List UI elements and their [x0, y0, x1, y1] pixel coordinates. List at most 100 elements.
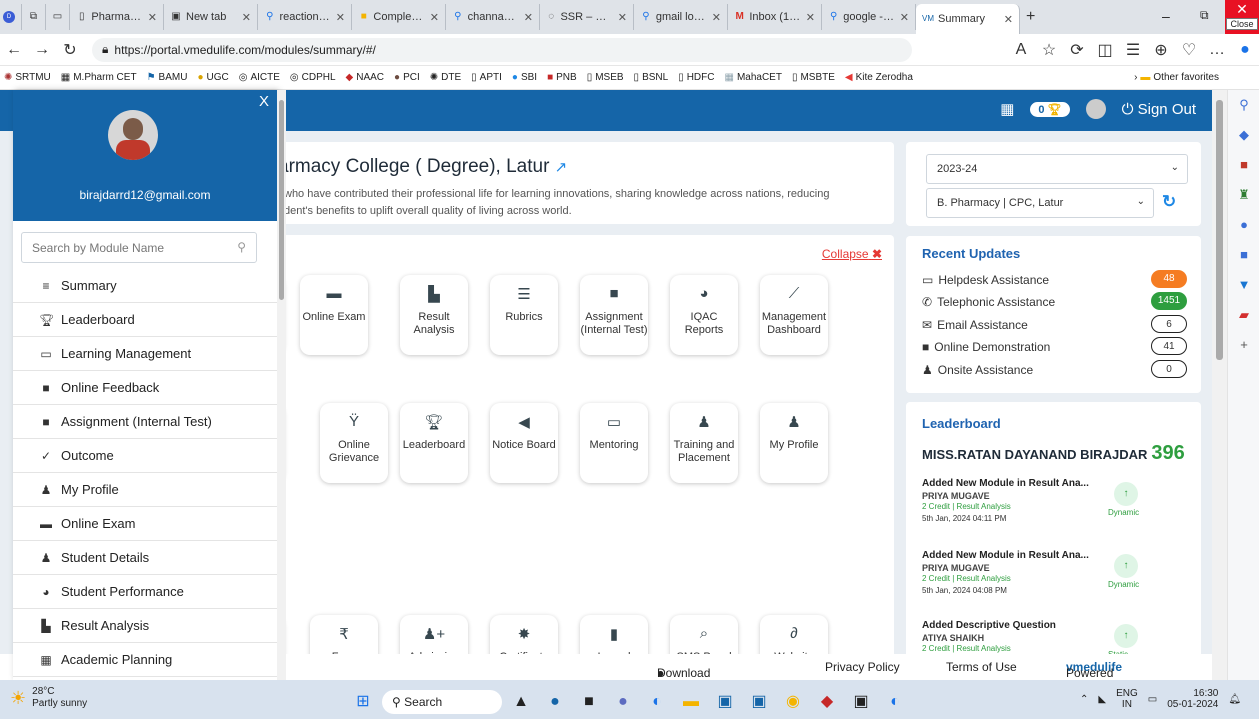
- fav-pnb[interactable]: ■ PNB: [547, 72, 577, 83]
- update-helpdesk[interactable]: ▭ Helpdesk Assistance 48: [922, 270, 1187, 290]
- sidebar-item-student-details[interactable]: ♟ Student Details: [13, 541, 277, 575]
- year-select[interactable]: 2023-24 ⌄: [926, 154, 1188, 184]
- more-icon[interactable]: …: [1203, 41, 1231, 59]
- module-leaderboard[interactable]: 🏆︎ Leaderboard: [400, 403, 468, 483]
- fav-bsnl[interactable]: ▯ BSNL: [634, 72, 669, 83]
- sidebar-item-online-exam[interactable]: ▬ Online Exam: [13, 507, 277, 541]
- fav-apti[interactable]: ▯ APTI: [471, 72, 502, 83]
- drop-icon[interactable]: ▼: [1228, 270, 1259, 300]
- scroll-thumb[interactable]: [279, 100, 284, 300]
- search-icon[interactable]: ⚲: [1228, 90, 1259, 120]
- tab-channabas[interactable]: ⚲ channabas ✕: [446, 4, 540, 30]
- forward-icon[interactable]: →: [28, 41, 56, 59]
- language-indicator[interactable]: ENG IN: [1116, 688, 1138, 710]
- profile-icon[interactable]: D: [0, 4, 22, 30]
- clock[interactable]: 16:30 05-01-2024: [1167, 688, 1218, 710]
- fav-msbte[interactable]: ▯ MSBTE: [792, 72, 835, 83]
- teams-icon[interactable]: ●: [608, 687, 638, 717]
- collapse-link[interactable]: Collapse ✖: [822, 247, 882, 261]
- split-screen-icon[interactable]: ◫: [1091, 40, 1119, 60]
- edge-icon[interactable]: ◐: [642, 687, 672, 717]
- copilot-icon[interactable]: ●: [1231, 41, 1259, 59]
- sidebar-item-result-analysis[interactable]: ▙ Result Analysis: [13, 609, 277, 643]
- tab-close-icon[interactable]: ✕: [430, 11, 439, 24]
- tab-ssr[interactable]: ◌ SSR – Chan ✕: [540, 4, 634, 30]
- fav-aicte[interactable]: ◎ AICTE: [239, 72, 280, 83]
- module-iqac-reports[interactable]: ◕ IQAC Reports: [670, 275, 738, 355]
- tab-inbox[interactable]: M Inbox (187) ✕: [728, 4, 822, 30]
- update-telephonic[interactable]: ✆ Telephonic Assistance 1451: [922, 292, 1187, 312]
- tab-close-icon[interactable]: ✕: [618, 11, 627, 24]
- module-my-profile[interactable]: ♟ My Profile: [760, 403, 828, 483]
- network-icon[interactable]: ◣: [1098, 694, 1106, 705]
- apps-grid-icon[interactable]: ▦: [1000, 100, 1014, 118]
- terms-link[interactable]: Terms of Use: [946, 660, 1017, 674]
- tab-close-icon[interactable]: ✕: [1004, 13, 1013, 26]
- sidebar-item-academic-planning[interactable]: ▦ Academic Planning: [13, 643, 277, 677]
- chevron-up-icon[interactable]: ⌃: [1080, 694, 1088, 705]
- read-aloud-icon[interactable]: A: [1007, 41, 1035, 59]
- sidebar-item-my-profile[interactable]: ♟ My Profile: [13, 473, 277, 507]
- external-link-icon[interactable]: ↗: [555, 159, 568, 176]
- games-icon[interactable]: ♜: [1228, 180, 1259, 210]
- update-online-demo[interactable]: ■ Online Demonstration 41: [922, 337, 1187, 357]
- module-online-exam[interactable]: ▬ Online Exam: [300, 275, 368, 355]
- fav-naac[interactable]: ◆ NAAC: [346, 72, 385, 83]
- tab-summary[interactable]: VM Summary ✕: [916, 4, 1020, 34]
- tab-close-icon[interactable]: ✕: [148, 11, 157, 24]
- display-icon[interactable]: ▭: [1148, 694, 1157, 705]
- tab-close-icon[interactable]: ✕: [900, 11, 909, 24]
- fav-bamu[interactable]: ⚑ BAMU: [147, 72, 188, 83]
- browser-essentials-icon[interactable]: ♡: [1175, 40, 1203, 60]
- tab-new-tab[interactable]: ▣ New tab ✕: [164, 4, 258, 30]
- fav-mpharm-cet[interactable]: ▦ M.Pharm CET: [61, 72, 137, 83]
- module-training-placement[interactable]: ♟ Training and Placement: [670, 403, 738, 483]
- avatar[interactable]: [1085, 99, 1106, 119]
- module-mentoring[interactable]: ▭ Mentoring: [580, 403, 648, 483]
- module-search-input[interactable]: Search by Module Name ⚲: [21, 232, 257, 263]
- toolbox-icon[interactable]: ■: [1228, 150, 1259, 180]
- sidebar-item-online-feedback[interactable]: ■ Online Feedback: [13, 371, 277, 405]
- app-icon[interactable]: ●: [540, 687, 570, 717]
- privacy-policy-link[interactable]: Privacy Policy: [825, 660, 900, 674]
- module-management-dashboard[interactable]: ⟋ Management Dashboard: [760, 275, 828, 355]
- sidebar-item-leaderboard[interactable]: 🏆︎ Leaderboard: [13, 303, 277, 337]
- fav-mahacet[interactable]: ▦ MahaCET: [724, 72, 781, 83]
- sidebar-item-student-performance[interactable]: ◕ Student Performance: [13, 575, 277, 609]
- window-close-button[interactable]: ✕ Close: [1225, 0, 1259, 34]
- update-email[interactable]: ✉ Email Assistance 6: [922, 315, 1187, 335]
- new-tab-button[interactable]: +: [1020, 4, 1050, 30]
- fav-srtmu[interactable]: ✺ SRTMU: [4, 72, 51, 83]
- tab-actions-icon[interactable]: ▭: [46, 4, 70, 30]
- program-select[interactable]: B. Pharmacy | CPC, Latur ⌄: [926, 188, 1154, 218]
- tab-close-icon[interactable]: ✕: [336, 11, 345, 24]
- sidebar-scrollbar[interactable]: [277, 90, 286, 680]
- collections-icon[interactable]: ⊕: [1147, 40, 1175, 60]
- tab-google-search[interactable]: ⚲ google - Se ✕: [822, 4, 916, 30]
- tab-close-icon[interactable]: ✕: [524, 11, 533, 24]
- word-icon[interactable]: ▣: [744, 687, 774, 717]
- widgets-icon[interactable]: ▲: [506, 687, 536, 717]
- tab-reaction[interactable]: ⚲ reaction an ✕: [258, 4, 352, 30]
- fav-sbi[interactable]: ● SBI: [512, 72, 537, 83]
- fav-hdfc[interactable]: ▯ HDFC: [678, 72, 714, 83]
- update-onsite[interactable]: ♟ Onsite Assistance 0: [922, 360, 1187, 380]
- taskbar-search[interactable]: ⚲ Search: [382, 690, 502, 714]
- fav-other[interactable]: › ▬ Other favorites: [1134, 72, 1219, 83]
- module-online-grievance[interactable]: Ÿ Online Grievance: [320, 403, 388, 483]
- chrome-icon[interactable]: ◉: [778, 687, 808, 717]
- refresh-icon[interactable]: ↻: [1162, 192, 1176, 212]
- sidebar-item-summary[interactable]: ≡ Summary: [13, 269, 277, 303]
- fav-kite-zerodha[interactable]: ◀ Kite Zerodha: [845, 72, 913, 83]
- edge-active-icon[interactable]: ◐: [880, 687, 910, 717]
- file-explorer-icon[interactable]: ▬: [676, 687, 706, 717]
- module-result-analysis[interactable]: ▙ Result Analysis: [400, 275, 468, 355]
- tab-close-icon[interactable]: ✕: [712, 11, 721, 24]
- taskview-icon[interactable]: ■: [574, 687, 604, 717]
- url-field[interactable]: 🔒︎ https://portal.vmedulife.com/modules/…: [92, 37, 912, 62]
- add-icon[interactable]: +: [1228, 330, 1259, 360]
- module-assignment[interactable]: ■ Assignment (Internal Test): [580, 275, 648, 355]
- workspaces-icon[interactable]: ⧉: [22, 4, 46, 30]
- module-notice-board[interactable]: ◀ Notice Board: [490, 403, 558, 483]
- minimize-icon[interactable]: –: [1162, 8, 1170, 24]
